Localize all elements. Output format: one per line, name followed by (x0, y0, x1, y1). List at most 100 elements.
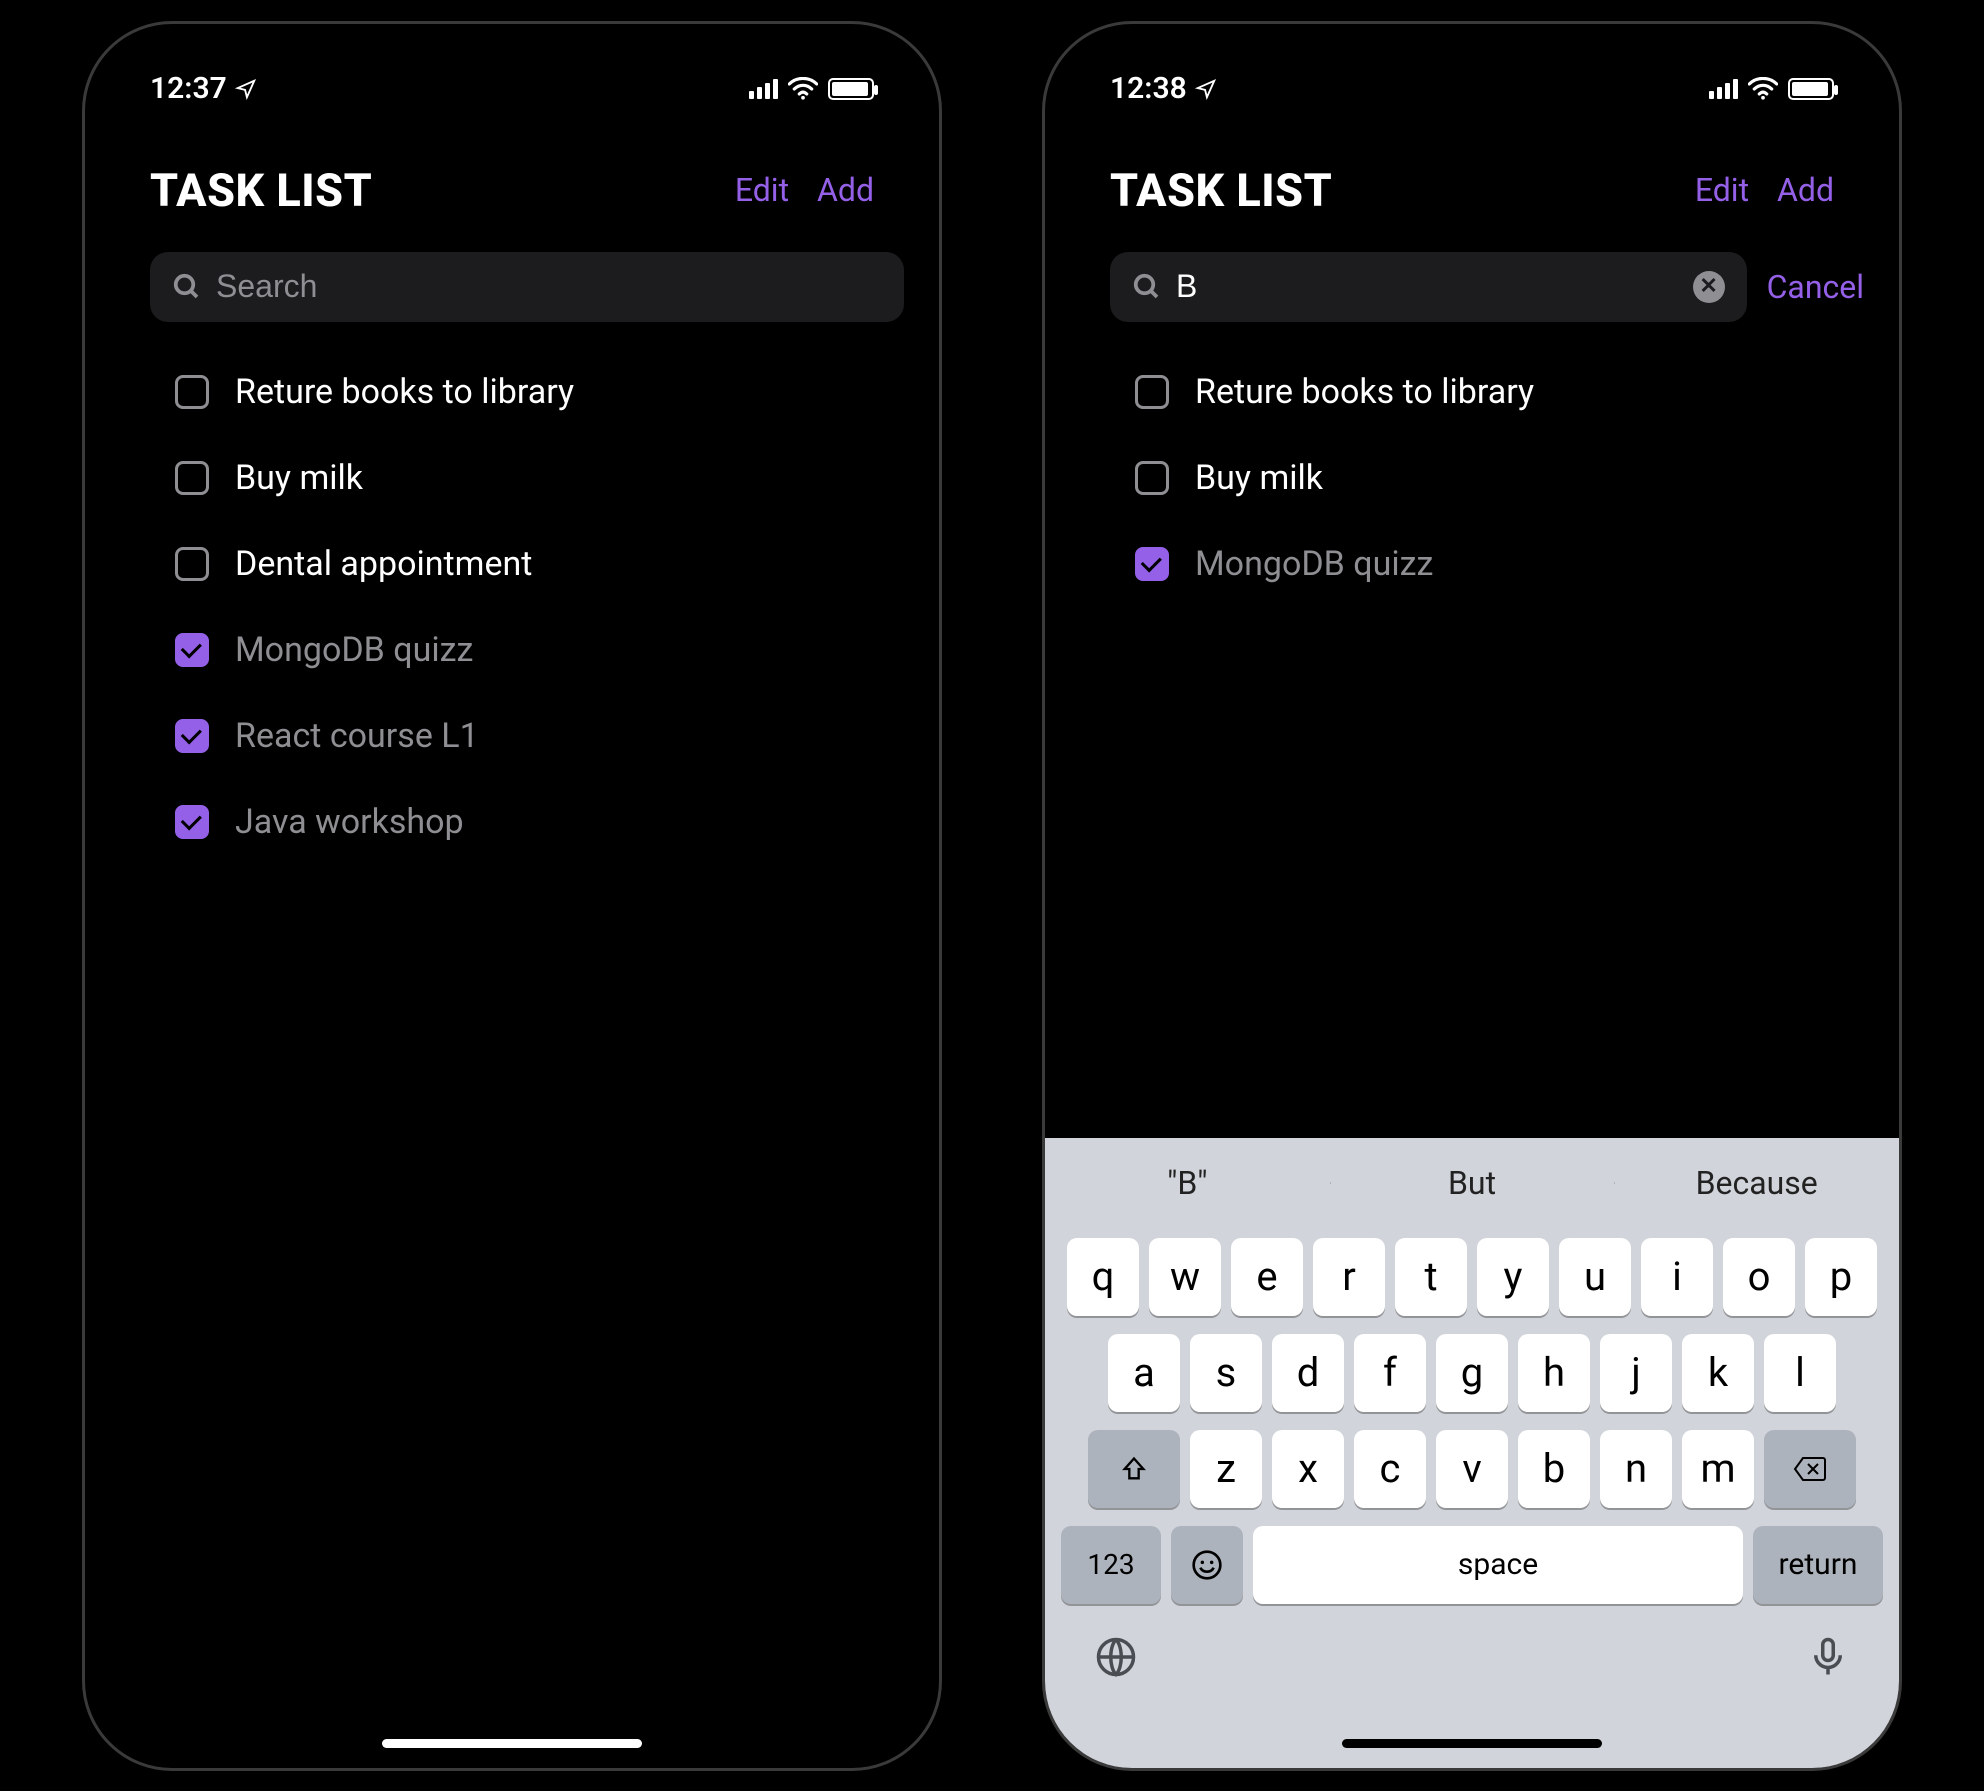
battery-icon (1788, 78, 1834, 100)
search-bar[interactable]: ✕ (1110, 252, 1747, 322)
suggestion[interactable]: Because (1614, 1164, 1899, 1202)
space-key[interactable]: space (1253, 1526, 1743, 1604)
task-label: Reture books to library (235, 372, 574, 412)
checkbox[interactable] (175, 547, 209, 581)
cancel-button[interactable]: Cancel (1767, 268, 1864, 306)
search-bar[interactable] (150, 252, 904, 322)
edit-button[interactable]: Edit (735, 171, 789, 209)
key-t[interactable]: t (1395, 1238, 1467, 1316)
key-x[interactable]: x (1272, 1430, 1344, 1508)
wifi-icon (1748, 77, 1778, 101)
edit-button[interactable]: Edit (1695, 171, 1749, 209)
key-h[interactable]: h (1518, 1334, 1590, 1412)
task-label: MongoDB quizz (1195, 544, 1433, 584)
status-bar: 12:38 (1045, 24, 1899, 124)
globe-icon[interactable] (1095, 1636, 1137, 1678)
key-g[interactable]: g (1436, 1334, 1508, 1412)
suggestion[interactable]: "B" (1045, 1164, 1330, 1202)
task-row[interactable]: Reture books to library (1135, 372, 1834, 412)
key-m[interactable]: m (1682, 1430, 1754, 1508)
key-k[interactable]: k (1682, 1334, 1754, 1412)
key-s[interactable]: s (1190, 1334, 1262, 1412)
task-list: Reture books to library Buy milk Dental … (85, 342, 939, 842)
search-icon (172, 272, 202, 302)
task-row[interactable]: React course L1 (175, 716, 874, 756)
add-button[interactable]: Add (817, 171, 874, 209)
home-indicator[interactable] (1342, 1739, 1602, 1748)
checkbox[interactable] (1135, 547, 1169, 581)
nav-bar: TASK LIST Edit Add (1045, 124, 1899, 237)
task-row[interactable]: Dental appointment (175, 544, 874, 584)
checkbox[interactable] (175, 805, 209, 839)
key-u[interactable]: u (1559, 1238, 1631, 1316)
task-row[interactable]: Buy milk (1135, 458, 1834, 498)
backspace-icon (1793, 1456, 1827, 1482)
key-z[interactable]: z (1190, 1430, 1262, 1508)
location-icon (1195, 78, 1217, 100)
checkbox[interactable] (175, 375, 209, 409)
checkbox[interactable] (1135, 461, 1169, 495)
key-j[interactable]: j (1600, 1334, 1672, 1412)
task-row[interactable]: MongoDB quizz (175, 630, 874, 670)
status-time: 12:38 (1110, 71, 1187, 106)
key-f[interactable]: f (1354, 1334, 1426, 1412)
close-icon: ✕ (1699, 276, 1717, 298)
key-row-1: q w e r t y u i o p (1053, 1238, 1891, 1316)
key-a[interactable]: a (1108, 1334, 1180, 1412)
key-p[interactable]: p (1805, 1238, 1877, 1316)
task-label: MongoDB quizz (235, 630, 473, 670)
key-row-3: z x c v b n m (1053, 1430, 1891, 1508)
search-icon (1132, 272, 1162, 302)
task-label: Java workshop (235, 802, 464, 842)
cellular-icon (749, 79, 778, 99)
cellular-icon (1709, 79, 1738, 99)
clear-search-button[interactable]: ✕ (1693, 271, 1725, 303)
emoji-key[interactable] (1171, 1526, 1243, 1604)
key-l[interactable]: l (1764, 1334, 1836, 1412)
key-e[interactable]: e (1231, 1238, 1303, 1316)
key-b[interactable]: b (1518, 1430, 1590, 1508)
location-icon (235, 78, 257, 100)
task-row[interactable]: MongoDB quizz (1135, 544, 1834, 584)
checkbox[interactable] (175, 633, 209, 667)
suggestion[interactable]: But (1330, 1164, 1615, 1202)
home-indicator[interactable] (382, 1739, 642, 1748)
key-o[interactable]: o (1723, 1238, 1795, 1316)
task-row[interactable]: Buy milk (175, 458, 874, 498)
key-q[interactable]: q (1067, 1238, 1139, 1316)
search-input[interactable] (1176, 268, 1679, 305)
key-c[interactable]: c (1354, 1430, 1426, 1508)
key-w[interactable]: w (1149, 1238, 1221, 1316)
key-i[interactable]: i (1641, 1238, 1713, 1316)
backspace-key[interactable] (1764, 1430, 1856, 1508)
shift-icon (1120, 1455, 1148, 1483)
wifi-icon (788, 77, 818, 101)
checkbox[interactable] (175, 719, 209, 753)
task-list: Reture books to library Buy milk MongoDB… (1045, 342, 1899, 584)
task-label: Dental appointment (235, 544, 532, 584)
numbers-key[interactable]: 123 (1061, 1526, 1161, 1604)
search-input[interactable] (216, 268, 882, 305)
add-button[interactable]: Add (1777, 171, 1834, 209)
return-key[interactable]: return (1753, 1526, 1883, 1604)
task-label: Reture books to library (1195, 372, 1534, 412)
key-r[interactable]: r (1313, 1238, 1385, 1316)
key-y[interactable]: y (1477, 1238, 1549, 1316)
key-n[interactable]: n (1600, 1430, 1672, 1508)
key-d[interactable]: d (1272, 1334, 1344, 1412)
task-label: Buy milk (235, 458, 363, 498)
task-row[interactable]: Java workshop (175, 802, 874, 842)
key-row-4: 123 space return (1053, 1526, 1891, 1604)
mic-icon[interactable] (1807, 1636, 1849, 1678)
checkbox[interactable] (175, 461, 209, 495)
battery-icon (828, 78, 874, 100)
phone-left: 12:37 TASK LIST Edit Add Reture books to… (82, 21, 942, 1771)
page-title: TASK LIST (1110, 164, 1332, 217)
phone-right: 12:38 TASK LIST Edit Add ✕ Cancel Reture… (1042, 21, 1902, 1771)
task-row[interactable]: Reture books to library (175, 372, 874, 412)
key-v[interactable]: v (1436, 1430, 1508, 1508)
nav-bar: TASK LIST Edit Add (85, 124, 939, 237)
checkbox[interactable] (1135, 375, 1169, 409)
task-label: Buy milk (1195, 458, 1323, 498)
shift-key[interactable] (1088, 1430, 1180, 1508)
